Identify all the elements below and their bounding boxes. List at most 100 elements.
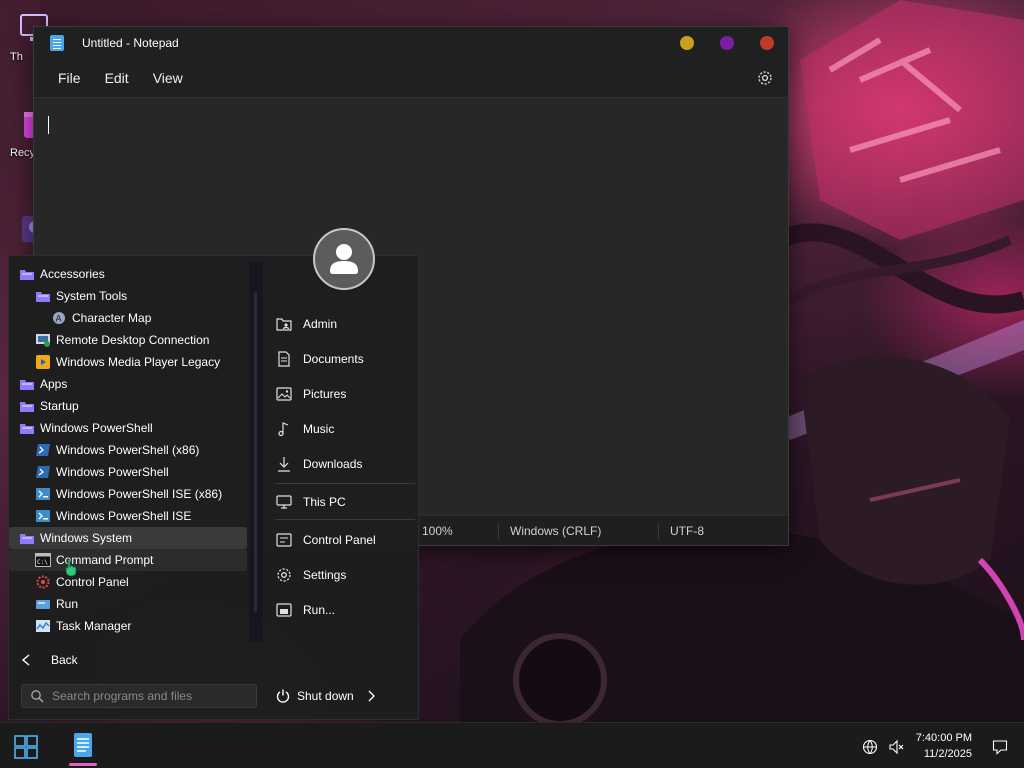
powershell-icon	[36, 444, 50, 456]
tree-item-label: Task Manager	[56, 619, 132, 633]
tree-item-powershell-x86[interactable]: Windows PowerShell (x86)	[9, 439, 247, 461]
minimize-button[interactable]	[680, 36, 694, 50]
run-icon	[36, 600, 50, 609]
control-panel-icon	[36, 575, 50, 589]
active-indicator	[69, 763, 97, 766]
caption-buttons	[680, 36, 774, 50]
folder-icon	[20, 402, 34, 412]
shutdown-label: Shut down	[297, 689, 354, 703]
tree-item-powershell-folder[interactable]: Windows PowerShell	[9, 417, 247, 439]
clock[interactable]: 7:40:00 PM 11/2/2025	[916, 730, 972, 762]
notification-icon[interactable]	[992, 739, 1008, 755]
folder-icon	[20, 380, 34, 390]
start-icon[interactable]	[14, 735, 38, 759]
right-item-run[interactable]: Run...	[275, 595, 415, 625]
powershell-ise-icon	[36, 488, 50, 500]
right-item-pictures[interactable]: Pictures	[275, 379, 415, 409]
tree-item-powershell-ise[interactable]: Windows PowerShell ISE	[9, 505, 247, 527]
computer-icon	[276, 495, 292, 509]
right-item-label: Pictures	[303, 387, 347, 401]
user-icon	[330, 244, 358, 274]
right-item-label: Control Panel	[303, 533, 376, 547]
clock-time: 7:40:00 PM	[915, 732, 972, 744]
clock-date: 11/2/2025	[923, 748, 972, 760]
tree-item-remote-desktop[interactable]: Remote Desktop Connection	[9, 329, 247, 351]
document-icon	[278, 351, 290, 367]
user-avatar[interactable]	[313, 228, 375, 290]
tree-item-powershell[interactable]: Windows PowerShell	[9, 461, 247, 483]
right-item-label: Documents	[303, 352, 364, 366]
tree-item-media-player[interactable]: Windows Media Player Legacy	[9, 351, 247, 373]
menu-bar: File Edit View	[34, 59, 788, 97]
chevron-right-icon[interactable]	[366, 690, 376, 702]
tree-item-powershell-ise-x86[interactable]: Windows PowerShell ISE (x86)	[9, 483, 247, 505]
right-item-music[interactable]: Music	[275, 414, 415, 444]
close-button[interactable]	[760, 36, 774, 50]
right-item-settings[interactable]: Settings	[275, 560, 415, 590]
tree-item-accessories[interactable]: Accessories	[9, 263, 247, 285]
tree-item-apps[interactable]: Apps	[9, 373, 247, 395]
tree-item-system-tools[interactable]: System Tools	[9, 285, 247, 307]
search-box[interactable]	[21, 684, 257, 708]
tree-item-label: Windows System	[40, 531, 133, 545]
notepad-icon	[74, 733, 92, 757]
tree-item-startup[interactable]: Startup	[9, 395, 247, 417]
tree-item-control-panel[interactable]: Control Panel	[9, 571, 247, 593]
run-icon	[276, 603, 292, 617]
right-item-documents[interactable]: Documents	[275, 344, 415, 374]
tree-item-command-prompt[interactable]: C:\ Command Prompt	[9, 549, 247, 571]
volume-muted-icon[interactable]	[888, 739, 904, 755]
tree-item-label: Startup	[40, 399, 79, 413]
powershell-icon	[36, 466, 50, 478]
line-ending: Windows (CRLF)	[510, 524, 602, 538]
svg-text:A: A	[56, 315, 63, 325]
maximize-button[interactable]	[720, 36, 734, 50]
remote-desktop-icon	[36, 334, 50, 347]
network-icon[interactable]	[862, 739, 878, 755]
tree-item-task-manager[interactable]: Task Manager	[9, 615, 247, 637]
power-icon	[276, 689, 290, 703]
right-item-this-pc[interactable]: This PC	[275, 487, 415, 517]
encoding: UTF-8	[670, 524, 704, 538]
powershell-ise-icon	[36, 510, 50, 522]
right-item-label: Music	[303, 422, 335, 436]
back-label: Back	[51, 653, 78, 667]
taskbar-notepad-button[interactable]	[66, 728, 100, 766]
tree-item-character-map[interactable]: A Character Map	[9, 307, 247, 329]
gear-icon	[277, 568, 291, 582]
tree-item-label: Windows PowerShell ISE	[56, 509, 192, 523]
start-menu: Accessories System Tools A Character Map…	[8, 228, 419, 720]
right-item-downloads[interactable]: Downloads	[275, 449, 415, 479]
scrollbar-thumb[interactable]	[254, 292, 257, 612]
tree-item-run[interactable]: Run	[9, 593, 247, 615]
text-caret	[48, 116, 49, 134]
right-item-admin[interactable]: Admin	[275, 309, 415, 339]
back-button[interactable]: Back	[21, 648, 78, 672]
command-prompt-icon: C:\	[35, 553, 51, 567]
folder-icon	[20, 424, 34, 434]
picture-icon	[276, 387, 292, 401]
menu-view[interactable]: View	[141, 64, 195, 92]
menu-edit[interactable]: Edit	[93, 64, 141, 92]
shutdown-button[interactable]: Shut down	[275, 684, 376, 708]
folder-icon	[20, 534, 34, 544]
folder-icon	[20, 270, 34, 280]
search-input[interactable]	[52, 689, 242, 703]
title-bar[interactable]: Untitled - Notepad	[34, 27, 788, 59]
tree-item-label: Windows PowerShell	[40, 421, 153, 435]
tree-item-label: Run	[56, 597, 79, 611]
menu-file[interactable]: File	[46, 64, 93, 92]
tree-item-label: Windows PowerShell (x86)	[56, 443, 200, 457]
tree-item-label: Windows Media Player Legacy	[56, 355, 221, 369]
right-item-label: Run...	[303, 603, 336, 617]
tree-item-label: Remote Desktop Connection	[56, 333, 210, 347]
taskbar: 7:40:00 PM 11/2/2025	[0, 722, 1024, 768]
program-tree: Accessories System Tools A Character Map…	[9, 256, 249, 644]
tree-item-windows-system[interactable]: Windows System	[9, 527, 247, 549]
program-list-scrollbar[interactable]	[249, 262, 263, 642]
music-icon	[278, 422, 289, 437]
gear-icon[interactable]	[756, 69, 774, 87]
right-item-label: Downloads	[303, 457, 363, 471]
right-item-control-panel[interactable]: Control Panel	[275, 525, 415, 555]
tree-item-label: Character Map	[72, 311, 152, 325]
